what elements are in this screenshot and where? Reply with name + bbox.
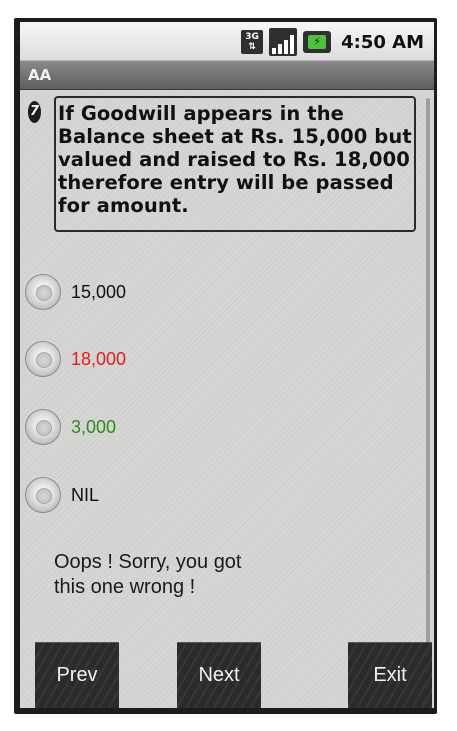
option-4-label: NIL — [71, 484, 100, 505]
exit-button[interactable]: Exit — [348, 642, 432, 708]
answer-feedback: Oops ! Sorry, you got this one wrong ! — [54, 551, 242, 598]
status-icons: 3G ⇅ ⚡ 4:50 AM — [241, 28, 424, 56]
option-3[interactable]: 3,000 — [25, 405, 405, 449]
option-1-label: 15,000 — [71, 281, 127, 302]
option-4-radio[interactable] — [25, 477, 61, 513]
option-2-radio[interactable] — [25, 341, 61, 377]
prev-button[interactable]: Prev — [35, 642, 119, 708]
signal-strength-icon — [269, 28, 298, 56]
option-1-radio[interactable] — [25, 274, 61, 310]
question-box: If Goodwill appears in the Balance sheet… — [54, 96, 416, 232]
option-4[interactable]: NIL — [25, 473, 405, 517]
3g-data-icon: 3G ⇅ — [241, 30, 264, 54]
data-arrows-icon: ⇅ — [248, 42, 256, 52]
option-2[interactable]: 18,000 — [25, 337, 405, 381]
battery-charging-icon: ⚡ — [303, 31, 332, 53]
status-clock: 4:50 AM — [341, 31, 424, 53]
option-1[interactable]: 15,000 — [25, 270, 405, 314]
option-2-label: 18,000 — [71, 348, 127, 369]
option-3-radio[interactable] — [25, 409, 61, 445]
app-screen: 3G ⇅ ⚡ 4:50 AM AA 7 If Goodwill appears … — [20, 22, 434, 708]
scrollbar[interactable] — [426, 98, 430, 698]
app-title-bar: AA — [20, 61, 434, 90]
network-type-label: 3G — [245, 32, 259, 42]
question-number-badge: 7 — [28, 101, 41, 123]
status-bar: 3G ⇅ ⚡ 4:50 AM — [20, 22, 434, 61]
option-3-label: 3,000 — [71, 416, 117, 437]
next-button[interactable]: Next — [177, 642, 261, 708]
question-text: If Goodwill appears in the Balance sheet… — [58, 102, 412, 217]
app-title: AA — [28, 66, 52, 84]
